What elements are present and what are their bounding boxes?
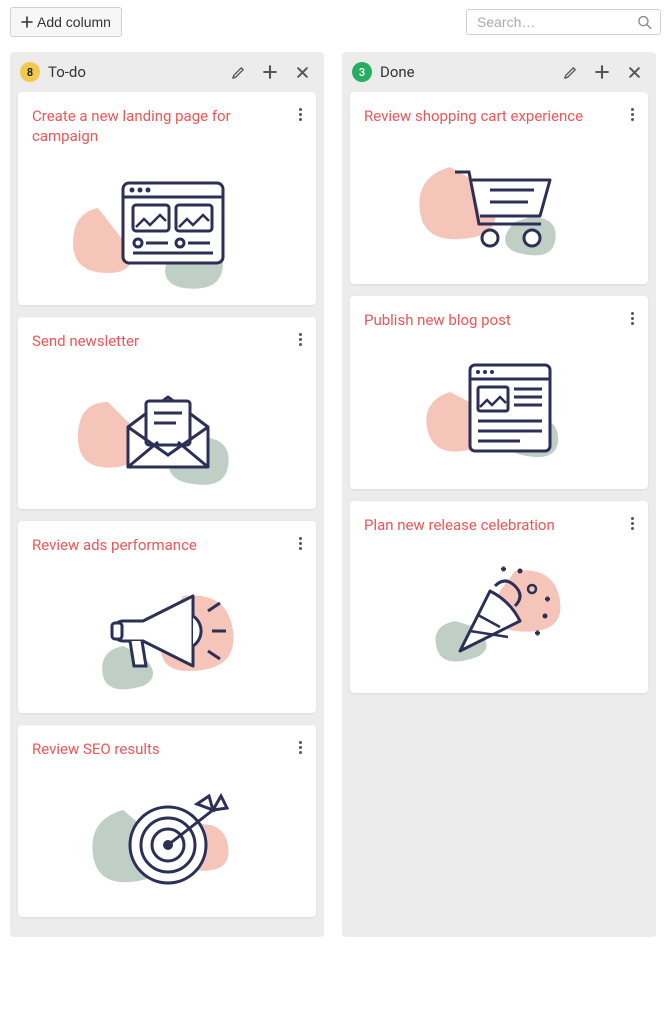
card-menu-button[interactable] xyxy=(297,331,304,348)
card-menu-button[interactable] xyxy=(297,106,304,123)
document-icon xyxy=(364,337,636,477)
card-title: Send newsletter xyxy=(32,331,289,351)
card-title: Review ads performance xyxy=(32,535,289,555)
column-count-badge: 8 xyxy=(20,62,40,82)
card-menu-button[interactable] xyxy=(629,310,636,327)
card-title: Publish new blog post xyxy=(364,310,621,330)
column-title: To-do xyxy=(48,63,218,81)
plus-icon xyxy=(595,65,609,79)
card-title: Review SEO results xyxy=(32,739,289,759)
search-field[interactable] xyxy=(466,9,661,35)
add-card-button[interactable] xyxy=(258,60,282,84)
card-menu-button[interactable] xyxy=(297,535,304,552)
celebrate-icon xyxy=(364,541,636,681)
close-icon xyxy=(296,66,309,79)
column-header: 3 Done xyxy=(342,52,656,92)
close-column-button[interactable] xyxy=(290,60,314,84)
column-todo: 8 To-do Create a new landing page for ca… xyxy=(10,52,324,937)
megaphone-icon xyxy=(32,561,304,701)
plus-icon xyxy=(263,65,277,79)
card[interactable]: Publish new blog post xyxy=(350,296,648,488)
pencil-icon xyxy=(231,65,246,80)
envelope-icon xyxy=(32,357,304,497)
card-menu-button[interactable] xyxy=(629,106,636,123)
cart-icon xyxy=(364,132,636,272)
add-column-label: Add column xyxy=(37,14,111,30)
card-menu-button[interactable] xyxy=(629,515,636,532)
card-list[interactable]: Review shopping cart experience Publish … xyxy=(342,92,656,937)
card[interactable]: Plan new release celebration xyxy=(350,501,648,693)
card[interactable]: Create a new landing page for campaign xyxy=(18,92,316,305)
column-done: 3 Done Review shopping cart experience xyxy=(342,52,656,937)
target-icon xyxy=(32,765,304,905)
close-icon xyxy=(628,66,641,79)
card-menu-button[interactable] xyxy=(297,739,304,756)
card[interactable]: Review SEO results xyxy=(18,725,316,917)
card-title: Create a new landing page for campaign xyxy=(32,106,289,147)
pencil-icon xyxy=(563,65,578,80)
add-card-button[interactable] xyxy=(590,60,614,84)
card-title: Plan new release celebration xyxy=(364,515,621,535)
edit-column-button[interactable] xyxy=(558,60,582,84)
add-column-button[interactable]: Add column xyxy=(10,7,122,37)
card-title: Review shopping cart experience xyxy=(364,106,621,126)
column-header: 8 To-do xyxy=(10,52,324,92)
search-input[interactable] xyxy=(475,13,637,31)
search-icon xyxy=(637,14,652,30)
plus-icon xyxy=(21,16,33,28)
card[interactable]: Review shopping cart experience xyxy=(350,92,648,284)
browser-icon xyxy=(32,153,304,293)
column-count-badge: 3 xyxy=(352,62,372,82)
close-column-button[interactable] xyxy=(622,60,646,84)
edit-column-button[interactable] xyxy=(226,60,250,84)
kanban-board: 8 To-do Create a new landing page for ca… xyxy=(0,42,671,937)
card[interactable]: Review ads performance xyxy=(18,521,316,713)
card-list[interactable]: Create a new landing page for campaign S… xyxy=(10,92,324,937)
card[interactable]: Send newsletter xyxy=(18,317,316,509)
column-title: Done xyxy=(380,63,550,81)
